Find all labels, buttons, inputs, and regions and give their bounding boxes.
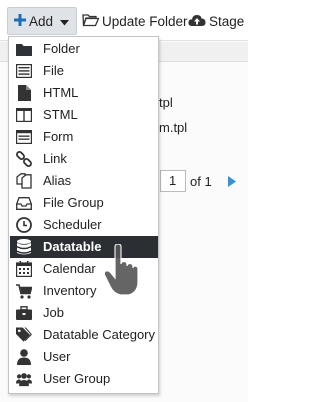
- file-list-icon: [16, 63, 32, 79]
- caret-down-icon: [60, 14, 70, 29]
- folder-icon: [16, 41, 32, 57]
- menu-item-label: Alias: [43, 173, 72, 188]
- menu-item-label: Link: [43, 151, 67, 166]
- page-number-input[interactable]: 1: [160, 170, 186, 192]
- user-icon: [16, 349, 32, 365]
- menu-item-folder[interactable]: Folder: [10, 38, 158, 60]
- menu-item-label: Folder: [43, 41, 80, 56]
- copy-icon: [16, 173, 32, 189]
- menu-item-label: User: [43, 349, 71, 364]
- clock-icon: [16, 217, 32, 233]
- stage-label: Stage: [209, 13, 245, 29]
- update-folder-label: Update Folder: [102, 13, 188, 29]
- menu-item-label: Job: [43, 305, 64, 320]
- update-folder-button[interactable]: Update Folder: [82, 8, 188, 34]
- next-page-icon[interactable]: [228, 175, 236, 190]
- menu-item-label: Datatable Category G: [43, 327, 159, 342]
- folder-open-icon: [82, 13, 100, 30]
- database-icon: [16, 239, 32, 255]
- menu-item-label: File: [43, 63, 64, 78]
- chain-link-icon: [16, 151, 32, 167]
- document-icon: [16, 85, 32, 101]
- menu-item-alias[interactable]: Alias: [10, 170, 158, 192]
- menu-item-scheduler[interactable]: Scheduler: [10, 214, 158, 236]
- menu-item-label: Scheduler: [43, 217, 102, 232]
- add-button[interactable]: Add: [7, 7, 77, 35]
- menu-item-user-group[interactable]: User Group: [10, 368, 158, 390]
- menu-item-stml[interactable]: STML: [10, 104, 158, 126]
- cloud-upload-icon: [188, 13, 206, 30]
- menu-item-form[interactable]: Form: [10, 126, 158, 148]
- toolbar: Add Update Folder Stage: [0, 0, 248, 40]
- menu-item-label: HTML: [43, 85, 79, 100]
- menu-item-label: Inventory: [43, 283, 97, 298]
- plus-icon: [14, 13, 26, 29]
- page-count-label: of 1: [190, 174, 212, 189]
- menu-item-job[interactable]: Job: [10, 302, 158, 324]
- menu-item-link[interactable]: Link: [10, 148, 158, 170]
- add-dropdown-menu: Folder File HTML STML Form Link Alias Fi…: [8, 36, 159, 394]
- menu-item-label: Form: [43, 129, 74, 144]
- menu-item-label: STML: [43, 107, 78, 122]
- menu-item-user[interactable]: User: [10, 346, 158, 368]
- calendar-icon: [16, 261, 32, 277]
- form-icon: [16, 129, 32, 145]
- menu-item-datatable-category-group[interactable]: Datatable Category G: [10, 324, 158, 346]
- table-cell[interactable]: m.tpl: [159, 120, 187, 135]
- table-cell[interactable]: tpl: [159, 95, 173, 110]
- briefcase-icon: [16, 305, 32, 321]
- cart-icon: [16, 283, 32, 299]
- menu-item-label: User Group: [43, 371, 111, 386]
- menu-item-file[interactable]: File: [10, 60, 158, 82]
- menu-item-html[interactable]: HTML: [10, 82, 158, 104]
- add-label: Add: [29, 13, 54, 29]
- hand-pointer-icon: [103, 243, 139, 299]
- menu-item-label: File Group: [43, 195, 104, 210]
- stage-button[interactable]: Stage: [188, 8, 244, 34]
- menu-item-label: Calendar: [43, 261, 96, 276]
- users-icon: [16, 371, 32, 387]
- tags-icon: [16, 327, 32, 343]
- inbox-icon: [16, 195, 32, 211]
- menu-item-file-group[interactable]: File Group: [10, 192, 158, 214]
- columns-icon: [16, 107, 32, 123]
- menu-item-label: Datatable: [43, 239, 102, 254]
